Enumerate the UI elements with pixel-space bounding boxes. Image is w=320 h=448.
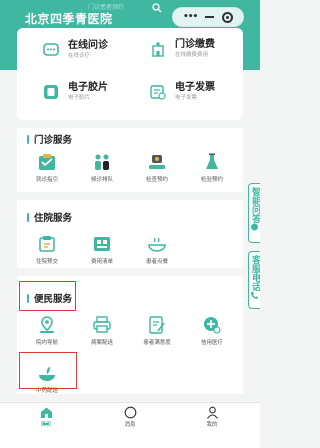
quick-item-subtitle: 电子胶片 (68, 95, 91, 101)
service-patient-meal[interactable]: 患者点餐 (132, 234, 182, 265)
building-icon (152, 42, 164, 57)
tab-label: 消息 (124, 422, 136, 428)
quick-item-subtitle: 在线缴费费用 (175, 52, 209, 58)
queue-icon (95, 154, 109, 170)
navigation-icon (40, 316, 54, 333)
outpatient-section: 门诊服务 就诊指引 候诊排队 检查预约 检验预约 (17, 128, 243, 192)
tab-profile[interactable]: 我的 (192, 406, 232, 428)
quick-item-title: 门诊缴费 (175, 39, 215, 50)
quick-item-online-consult[interactable]: 在线问诊 在线诊疗 (43, 40, 108, 60)
service-label: 患者满意度 (143, 340, 171, 346)
page-title: 北京四季青医院 (25, 12, 113, 26)
close-icon[interactable] (222, 11, 234, 23)
service-guide[interactable]: 就诊指引 (22, 152, 72, 183)
bill-icon (94, 237, 110, 251)
quick-services-card: 在线问诊 在线诊疗 门诊缴费 在线缴费费用 电子胶片 电子胶片 电子发票 电子发… (17, 28, 243, 120)
user-icon (206, 406, 218, 419)
message-icon (124, 406, 136, 419)
service-credit-medical[interactable]: 信用医疗 (187, 315, 237, 346)
quick-item-title: 电子发票 (175, 82, 215, 93)
service-lab-booking[interactable]: 检验预约 (187, 152, 237, 183)
customer-service-label: 客服电话 (250, 255, 260, 291)
service-label: 院内导航 (35, 340, 58, 346)
robot-icon (251, 223, 258, 231)
section-title: 住院服务 (34, 213, 73, 224)
service-inpatient-deposit[interactable]: 住院预交 (22, 234, 72, 265)
page: 门诊患者预约 北京四季青医院 ••• 在线问诊 在线诊疗 门诊缴费 在线缴费费用… (0, 0, 260, 448)
film-icon (44, 85, 58, 99)
service-record-delivery[interactable]: 病案配送 (77, 315, 127, 346)
quick-item-electronic-invoice[interactable]: 电子发票 电子发票 (150, 82, 215, 102)
section-accent-bar (27, 212, 29, 222)
meal-icon (148, 237, 166, 252)
service-queue[interactable]: 候诊排队 (77, 152, 127, 183)
quick-item-outpatient-payment[interactable]: 门诊缴费 在线缴费费用 (150, 39, 215, 59)
survey-icon (149, 316, 165, 334)
tab-label: 我的 (206, 422, 218, 428)
credit-icon (204, 317, 221, 334)
service-patient-satisfaction[interactable]: 患者满意度 (132, 315, 182, 346)
chat-icon (43, 43, 59, 56)
outpatient-section-header: 门诊服务 (27, 132, 72, 146)
service-label: 信用医疗 (200, 340, 223, 346)
section-accent-bar (27, 134, 29, 144)
tab-messages[interactable]: 消息 (110, 406, 150, 428)
exam-icon (149, 155, 165, 169)
deposit-icon (39, 236, 55, 252)
phone-icon (251, 292, 258, 299)
inpatient-section: 住院服务 住院预交 费用清单 患者点餐 (17, 200, 243, 268)
service-label: 检查预约 (145, 177, 168, 183)
tab-home[interactable]: 首页 (26, 406, 66, 428)
service-label: 候诊排队 (90, 177, 113, 183)
highlight-box-herb-delivery (19, 352, 77, 389)
active-tab-indicator (43, 423, 49, 425)
service-label: 患者点餐 (145, 259, 168, 265)
highlight-box-convenience-title (19, 281, 76, 311)
ai-consult-tab[interactable]: 智能问答 (248, 183, 260, 243)
quick-item-title: 电子胶片 (68, 82, 108, 93)
ai-consult-label: 智能问答 (250, 187, 260, 223)
quick-item-electronic-film[interactable]: 电子胶片 电子胶片 (43, 82, 108, 102)
guide-icon (39, 154, 55, 170)
service-hospital-navigation[interactable]: 院内导航 (22, 315, 72, 346)
quick-item-subtitle: 在线诊疗 (68, 53, 91, 59)
section-title: 门诊服务 (34, 135, 73, 146)
service-label: 住院预交 (35, 259, 58, 265)
quick-item-title: 在线问诊 (68, 40, 108, 51)
mini-program-capsule: ••• (172, 7, 244, 27)
more-icon[interactable]: ••• (183, 12, 198, 22)
printer-icon (93, 316, 111, 333)
minimize-icon[interactable] (205, 16, 215, 18)
service-label: 病案配送 (90, 340, 113, 346)
home-icon (40, 407, 52, 418)
customer-service-tab[interactable]: 客服电话 (248, 251, 260, 309)
service-exam-booking[interactable]: 检查预约 (132, 152, 182, 183)
service-label: 检验预约 (200, 177, 223, 183)
bottom-tab-bar: 首页 消息 我的 (0, 402, 260, 448)
service-expense-list[interactable]: 费用清单 (77, 234, 127, 265)
inpatient-section-header: 住院服务 (27, 210, 72, 224)
search-icon[interactable] (152, 3, 162, 13)
invoice-icon (150, 85, 166, 100)
service-label: 费用清单 (90, 259, 113, 265)
flask-icon (206, 153, 218, 169)
service-label: 就诊指引 (35, 177, 58, 183)
quick-item-subtitle: 电子发票 (175, 95, 198, 101)
